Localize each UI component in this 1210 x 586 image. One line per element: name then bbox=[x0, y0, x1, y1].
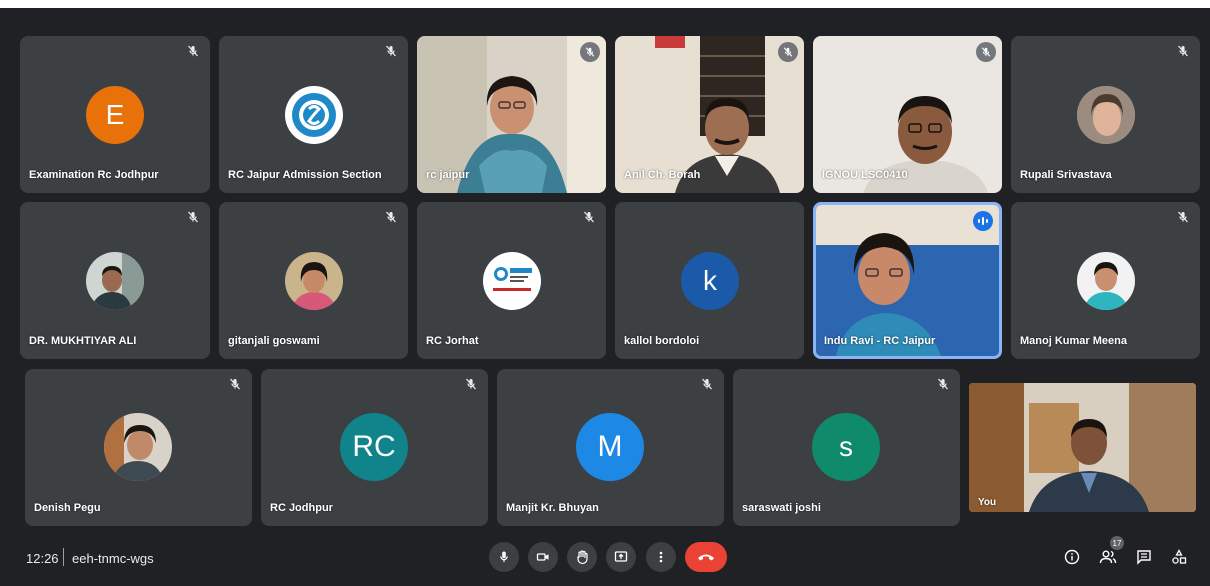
mic-off-icon bbox=[580, 42, 600, 62]
mic-off-icon bbox=[582, 210, 596, 224]
raise-hand-icon bbox=[577, 550, 588, 565]
avatar bbox=[285, 252, 343, 310]
participant-name: IGNOU LSC0410 bbox=[822, 169, 908, 181]
avatar: k bbox=[681, 252, 739, 310]
chat-button[interactable] bbox=[1133, 546, 1155, 568]
avatar: E bbox=[86, 86, 144, 144]
mic-off-icon bbox=[186, 210, 200, 224]
participant-tile[interactable]: gitanjali goswami bbox=[219, 202, 408, 359]
participant-name: Anil Ch. Borah bbox=[624, 169, 701, 181]
microphone-button[interactable] bbox=[489, 542, 519, 572]
more-options-button[interactable] bbox=[646, 542, 676, 572]
participant-name: Rupali Srivastava bbox=[1020, 169, 1112, 181]
participant-name: Indu Ravi - RC Jaipur bbox=[824, 335, 936, 347]
camera-button[interactable] bbox=[528, 542, 558, 572]
people-icon bbox=[1099, 550, 1117, 564]
mic-off-icon bbox=[384, 210, 398, 224]
mic-off-icon bbox=[1176, 44, 1190, 58]
mic-off-icon bbox=[936, 377, 950, 391]
mic-off-icon bbox=[464, 377, 478, 391]
activities-icon bbox=[1172, 549, 1187, 564]
mic-off-icon bbox=[1176, 210, 1190, 224]
participant-tile-speaking[interactable]: Indu Ravi - RC Jaipur bbox=[813, 202, 1002, 359]
video-feed bbox=[969, 383, 1196, 512]
participant-name: gitanjali goswami bbox=[228, 335, 320, 347]
mic-off-icon bbox=[228, 377, 242, 391]
avatar bbox=[104, 413, 172, 481]
end-call-icon bbox=[698, 554, 714, 561]
mic-off-icon bbox=[186, 44, 200, 58]
raise-hand-button[interactable] bbox=[567, 542, 597, 572]
activities-button[interactable] bbox=[1168, 546, 1190, 568]
info-button[interactable] bbox=[1061, 546, 1083, 568]
avatar bbox=[86, 252, 144, 310]
mic-off-icon bbox=[384, 44, 398, 58]
self-view-tile[interactable]: You bbox=[969, 383, 1196, 512]
participant-tile[interactable]: RC Jaipur Admission Section bbox=[219, 36, 408, 193]
chat-icon bbox=[1137, 550, 1151, 565]
speaking-indicator-icon bbox=[973, 211, 993, 231]
participant-name: Examination Rc Jodhpur bbox=[29, 169, 159, 181]
mic-off-icon bbox=[976, 42, 996, 62]
avatar bbox=[1077, 252, 1135, 310]
participant-name: Denish Pegu bbox=[34, 502, 101, 514]
participant-name: Manjit Kr. Bhuyan bbox=[506, 502, 599, 514]
participant-tile[interactable]: RC RC Jodhpur bbox=[261, 369, 488, 526]
top-strip bbox=[0, 0, 1210, 8]
participant-tile[interactable]: DR. MUKHTIYAR ALI bbox=[20, 202, 210, 359]
meeting-time: 12:26 bbox=[26, 551, 59, 566]
participant-tile[interactable]: M Manjit Kr. Bhuyan bbox=[497, 369, 724, 526]
participant-tile[interactable]: rc jaipur bbox=[417, 36, 606, 193]
avatar bbox=[1077, 86, 1135, 144]
participant-name: DR. MUKHTIYAR ALI bbox=[29, 335, 137, 347]
participant-tile[interactable]: Anil Ch. Borah bbox=[615, 36, 804, 193]
avatar: RC bbox=[340, 413, 408, 481]
avatar: s bbox=[812, 413, 880, 481]
participant-tile[interactable]: IGNOU LSC0410 bbox=[813, 36, 1002, 193]
participant-count-badge: 17 bbox=[1110, 536, 1124, 550]
microphone-icon bbox=[500, 551, 508, 562]
participant-name: saraswati joshi bbox=[742, 502, 821, 514]
ignou-logo-icon bbox=[285, 86, 343, 144]
present-screen-button[interactable] bbox=[606, 542, 636, 572]
participant-tile[interactable]: Rupali Srivastava bbox=[1011, 36, 1200, 193]
participant-name: rc jaipur bbox=[426, 169, 470, 181]
participant-tile[interactable]: E Examination Rc Jodhpur bbox=[20, 36, 210, 193]
participant-name: RC Jaipur Admission Section bbox=[228, 169, 382, 181]
participant-tile[interactable]: s saraswati joshi bbox=[733, 369, 960, 526]
info-icon bbox=[1064, 549, 1080, 565]
bottom-toolbar: 12:26 eeh-tnmc-wgs 17 bbox=[0, 536, 1210, 586]
camera-icon bbox=[536, 553, 549, 561]
avatar: M bbox=[576, 413, 644, 481]
participant-tile[interactable]: Denish Pegu bbox=[25, 369, 252, 526]
video-feed bbox=[816, 205, 999, 356]
participant-name: RC Jorhat bbox=[426, 335, 479, 347]
end-call-button[interactable] bbox=[685, 542, 727, 572]
present-screen-icon bbox=[614, 551, 628, 562]
meeting-code: eeh-tnmc-wgs bbox=[72, 551, 154, 566]
participant-tile[interactable]: RC Jorhat bbox=[417, 202, 606, 359]
participant-name: Manoj Kumar Meena bbox=[1020, 335, 1127, 347]
participant-name: kallol bordoloi bbox=[624, 335, 700, 347]
mic-off-icon bbox=[778, 42, 798, 62]
participant-tile[interactable]: k kallol bordoloi bbox=[615, 202, 804, 359]
mic-off-icon bbox=[700, 377, 714, 391]
participant-name: RC Jodhpur bbox=[270, 502, 333, 514]
participant-tile[interactable]: Manoj Kumar Meena bbox=[1011, 202, 1200, 359]
ignou-regional-logo-icon bbox=[483, 252, 541, 310]
divider bbox=[63, 548, 64, 566]
participant-name: You bbox=[978, 497, 997, 508]
more-options-icon bbox=[659, 551, 663, 563]
